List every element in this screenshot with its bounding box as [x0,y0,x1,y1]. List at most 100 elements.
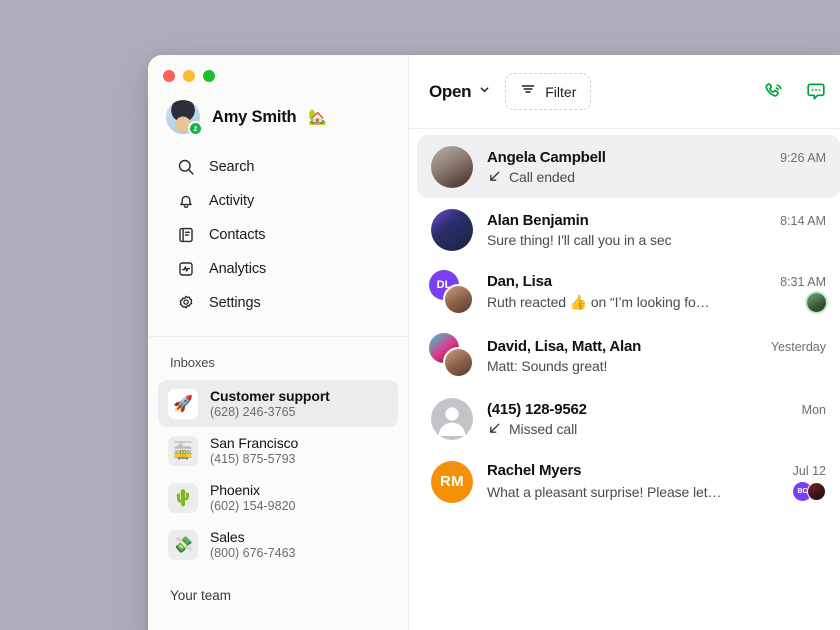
inbox-name: Customer support [210,388,330,404]
inbox-name: San Francisco [210,435,299,451]
assignee-avatars: BC [793,482,826,501]
conversation-preview: Ruth reacted 👍 on “I’m looking fo… [487,294,710,310]
inbox-phone: (800) 676-7463 [210,546,296,560]
conversation-time: 8:14 AM [780,213,826,228]
main-header: Open Filter [409,55,840,129]
inbox-phone: (415) 875-5793 [210,452,296,466]
sidebar-item-settings[interactable]: Settings [158,286,398,320]
sidebar-item-analytics[interactable]: Analytics [158,252,398,286]
avatar-initials: RM [431,460,473,503]
conversation-time: Mon [801,402,826,417]
group-avatar [429,332,474,378]
avatar-photo [443,283,474,315]
conversation-name: David, Lisa, Matt, Alan [487,337,642,355]
avatar [431,397,473,440]
conversation-body: Angela Campbell 9:26 AM Call ended [487,149,826,185]
conversation-preview: What a pleasant surprise! Please let… [487,483,722,500]
cactus-emoji-icon: 🌵 [168,482,198,513]
sidebar-item-label: Search [209,159,255,175]
rocket-emoji-icon: 🚀 [168,388,198,419]
analytics-icon [176,260,195,279]
sidebar-item-activity[interactable]: Activity [158,184,398,218]
conversation-name: Alan Benjamin [487,211,589,229]
sidebar: z Amy Smith 🏡 Search Activity Contacts A… [148,55,409,630]
inbox-name: Phoenix [210,482,260,498]
conversation-list: Angela Campbell 9:26 AM Call ended Alan … [409,129,840,630]
app-window: z Amy Smith 🏡 Search Activity Contacts A… [148,55,840,630]
inbox-item-phoenix[interactable]: 🌵 Phoenix (602) 154-9820 [158,474,398,521]
maximize-window-button[interactable] [203,70,215,82]
inbox-phone: (628) 246-3765 [210,405,296,419]
conversation-time: Yesterday [770,339,826,354]
conversation-name: Dan, Lisa [487,273,552,290]
search-icon [176,158,195,177]
conversation-preview: Missed call [509,420,578,437]
sidebar-item-label: Activity [209,193,255,209]
conversation-name: (415) 128-9562 [487,400,587,418]
conversation-row-rachel-myers[interactable]: RM Rachel Myers Jul 12 What a pleasant s… [417,450,840,513]
conversation-body: Dan, Lisa 8:31 AM Ruth reacted 👍 on “I’m… [487,273,826,312]
conversation-preview: Call ended [509,168,575,185]
conversation-name: Angela Campbell [487,148,606,166]
money-emoji-icon: 💸 [168,529,198,560]
conversation-time: 8:31 AM [780,275,826,289]
inbox-item-san-francisco[interactable]: 🚋 San Francisco (415) 875-5793 [158,427,398,474]
conversation-preview: Sure thing! I'll call you in a sec [487,231,672,248]
assignee-avatar [807,293,826,312]
avatar-photo [431,145,473,188]
avatar: z [166,100,203,136]
conversation-time: 9:26 AM [780,150,826,165]
window-traffic-lights [148,55,408,82]
filter-button[interactable]: Filter [505,73,592,110]
avatar-photo [443,346,474,378]
incoming-call-arrow-icon [487,169,502,184]
snooze-status-badge: z [188,121,203,136]
profile-name: Amy Smith [212,107,297,126]
gear-icon [176,294,195,313]
user-profile[interactable]: z Amy Smith 🏡 [148,82,408,136]
sidebar-item-search[interactable]: Search [158,150,398,184]
conversation-preview: Matt: Sounds great! [487,357,608,374]
avatar [431,145,473,188]
chevron-down-icon [478,83,491,101]
close-window-button[interactable] [163,70,175,82]
minimize-window-button[interactable] [183,70,195,82]
sidebar-item-label: Analytics [209,261,267,277]
sidebar-item-label: Contacts [209,227,266,243]
main-panel: Open Filter Angela Campbell 9:26 AM Call… [409,55,840,630]
contacts-book-icon [176,226,195,245]
avatar-placeholder-icon [431,397,473,440]
sidebar-nav: Search Activity Contacts Analytics Setti… [148,134,408,320]
inbox-phone: (602) 154-9820 [210,499,296,513]
group-avatar: DL [429,269,474,315]
tram-emoji-icon: 🚋 [168,435,198,466]
filter-lines-icon [520,81,536,102]
inbox-item-customer-support[interactable]: 🚀 Customer support (628) 246-3765 [158,380,398,427]
conversation-row-dan-lisa[interactable]: DL Dan, Lisa 8:31 AM Ruth reacted 👍 on “… [417,261,840,324]
conversation-time: Jul 12 [792,464,826,478]
new-message-icon[interactable] [804,80,828,104]
missed-call-arrow-icon [487,421,502,436]
conversation-row-unknown-number[interactable]: (415) 128-9562 Mon Missed call [417,387,840,450]
avatar-photo [431,208,473,251]
header-actions [762,80,828,104]
conversation-body: Rachel Myers Jul 12 What a pleasant surp… [487,462,826,501]
sidebar-item-contacts[interactable]: Contacts [158,218,398,252]
conversation-body: Alan Benjamin 8:14 AM Sure thing! I'll c… [487,212,826,248]
assignee-avatar [807,482,826,501]
inbox-name: Sales [210,529,245,545]
sidebar-item-label: Settings [209,295,261,311]
filter-button-label: Filter [545,83,577,100]
phone-call-icon[interactable] [762,80,786,104]
assignee-avatars [807,293,826,312]
conversation-row-alan-benjamin[interactable]: Alan Benjamin 8:14 AM Sure thing! I'll c… [417,198,840,261]
conversation-row-david-lisa-matt-alan[interactable]: David, Lisa, Matt, Alan Yesterday Matt: … [417,324,840,387]
conversation-name: Rachel Myers [487,462,582,479]
conversation-body: (415) 128-9562 Mon Missed call [487,401,826,437]
inbox-item-sales[interactable]: 💸 Sales (800) 676-7463 [158,521,398,568]
status-filter-dropdown[interactable]: Open [429,82,491,102]
conversation-body: David, Lisa, Matt, Alan Yesterday Matt: … [487,338,826,374]
your-team-section-title: Your team [170,588,232,603]
desktop-background: z Amy Smith 🏡 Search Activity Contacts A… [0,0,840,630]
conversation-row-angela-campbell[interactable]: Angela Campbell 9:26 AM Call ended [417,135,840,198]
